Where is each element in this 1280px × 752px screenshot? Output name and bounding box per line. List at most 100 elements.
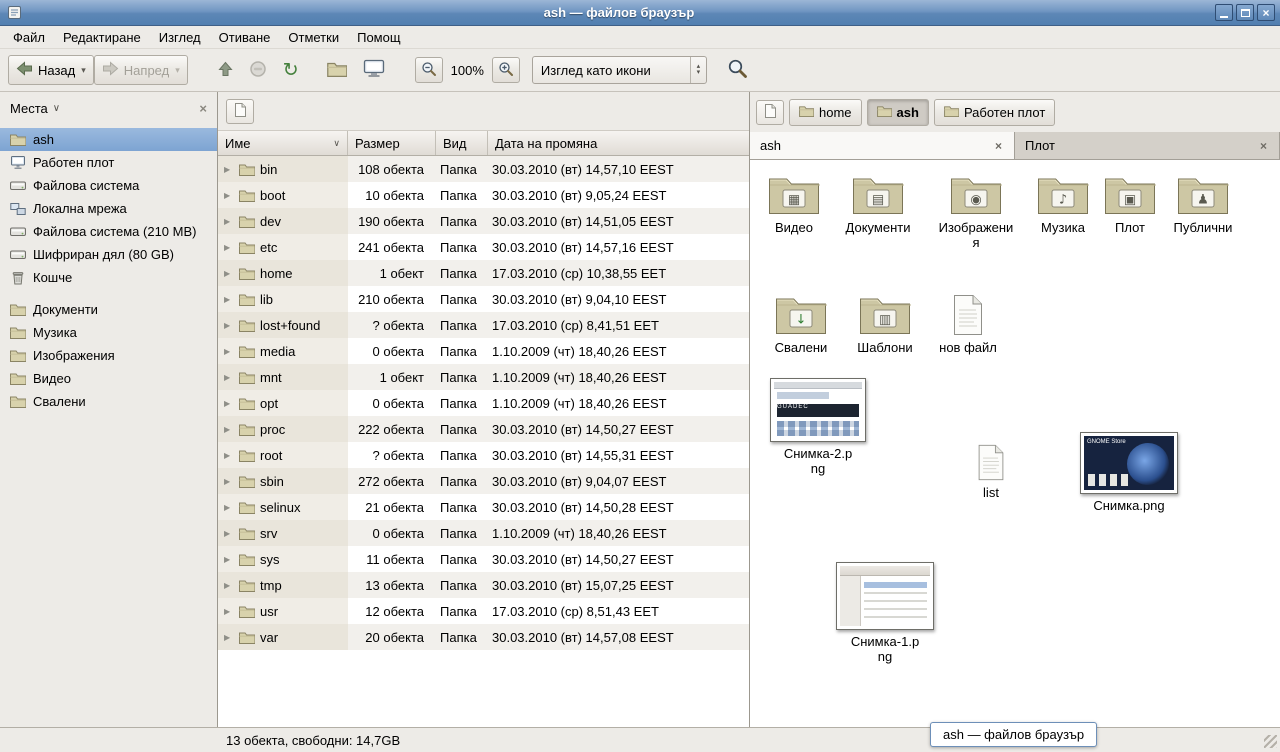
expander-icon[interactable]: ▶ <box>224 581 234 590</box>
expander-icon[interactable]: ▶ <box>224 165 234 174</box>
file-row-opt[interactable]: ▶opt0 обектаПапка1.10.2009 (чт) 18,40,26… <box>218 390 749 416</box>
path-button-ash[interactable]: ash <box>867 99 929 126</box>
menu-bookmarks[interactable]: Отметки <box>279 28 348 47</box>
icon-item-templates[interactable]: ▥Шаблони <box>843 292 927 355</box>
expander-icon[interactable]: ▶ <box>224 295 234 304</box>
computer-button[interactable] <box>355 55 393 85</box>
sidebar-item-pictures[interactable]: Изображения <box>0 344 217 367</box>
file-row-srv[interactable]: ▶srv0 обектаПапка1.10.2009 (чт) 18,40,26… <box>218 520 749 546</box>
expander-icon[interactable]: ▶ <box>224 529 234 538</box>
icon-item-videos[interactable]: ▦Видео <box>752 172 836 235</box>
expander-icon[interactable]: ▶ <box>224 451 234 460</box>
expander-icon[interactable]: ▶ <box>224 425 234 434</box>
sidebar-item-documents[interactable]: Документи <box>0 298 217 321</box>
file-row-boot[interactable]: ▶boot10 обектаПапка30.03.2010 (вт) 9,05,… <box>218 182 749 208</box>
icon-view[interactable]: ▦Видео▤Документи◉Изображения♪Музика▣Плот… <box>750 160 1280 727</box>
expander-icon[interactable]: ▶ <box>224 269 234 278</box>
icon-item-pictures[interactable]: ◉Изображения <box>934 172 1018 250</box>
close-button[interactable]: × <box>1257 4 1275 21</box>
forward-history-dropdown-icon[interactable]: ▾ <box>175 65 180 76</box>
expander-icon[interactable]: ▶ <box>224 555 234 564</box>
menu-help[interactable]: Помощ <box>348 28 409 47</box>
zoom-out-button[interactable] <box>415 57 443 83</box>
titlebar[interactable]: ash — файлов браузър × <box>0 0 1280 26</box>
expander-icon[interactable]: ▶ <box>224 321 234 330</box>
sidebar-close-icon[interactable]: × <box>199 101 207 116</box>
expander-icon[interactable]: ▶ <box>224 217 234 226</box>
sidebar-item-trash[interactable]: Кошче <box>0 266 217 289</box>
tab-close-icon[interactable]: × <box>1258 139 1269 153</box>
file-row-usr[interactable]: ▶usr12 обектаПапка17.03.2010 (ср) 8,51,4… <box>218 598 749 624</box>
sidebar-item-videos[interactable]: Видео <box>0 367 217 390</box>
icon-item-public[interactable]: ♟Публични <box>1161 172 1245 235</box>
sidebar-item-filesystem[interactable]: Файлова система <box>0 174 217 197</box>
sidebar-item-encrypted-80gb[interactable]: Шифриран дял (80 GB) <box>0 243 217 266</box>
minimize-button[interactable] <box>1215 4 1233 21</box>
expander-icon[interactable]: ▶ <box>224 477 234 486</box>
expander-icon[interactable]: ▶ <box>224 503 234 512</box>
sidebar-item-music[interactable]: Музика <box>0 321 217 344</box>
sidebar-item-filesystem-210mb[interactable]: Файлова система (210 MB) <box>0 220 217 243</box>
menu-edit[interactable]: Редактиране <box>54 28 150 47</box>
view-mode-spinner[interactable]: ▴ ▾ <box>690 57 706 83</box>
file-row-home[interactable]: ▶home1 обектПапка17.03.2010 (ср) 10,38,5… <box>218 260 749 286</box>
maximize-button[interactable] <box>1236 4 1254 21</box>
back-history-dropdown-icon[interactable]: ▾ <box>81 65 86 76</box>
icon-item-snimka-1[interactable]: Снимка-1.png <box>832 562 938 664</box>
file-row-bin[interactable]: ▶bin108 обектаПапка30.03.2010 (вт) 14,57… <box>218 156 749 182</box>
location-toggle-button-right[interactable] <box>756 100 784 125</box>
resize-grip[interactable] <box>1264 735 1277 748</box>
zoom-in-button[interactable] <box>492 57 520 83</box>
file-row-lost+found[interactable]: ▶lost+found? обектаПапка17.03.2010 (ср) … <box>218 312 749 338</box>
expander-icon[interactable]: ▶ <box>224 347 234 356</box>
sidebar-item-network[interactable]: Локална мрежа <box>0 197 217 220</box>
path-button-desktop[interactable]: Работен плот <box>934 99 1055 126</box>
column-header-date[interactable]: Дата на промяна <box>488 131 749 155</box>
taskbar-window-label[interactable]: ash — файлов браузър <box>930 722 1097 747</box>
icon-item-list-file[interactable]: list <box>949 444 1033 500</box>
icon-item-snimka[interactable]: GNOME StoreСнимка.png <box>1076 432 1182 513</box>
tab-plot[interactable]: Плот× <box>1015 132 1280 159</box>
menu-view[interactable]: Изглед <box>150 28 210 47</box>
file-row-etc[interactable]: ▶etc241 обектаПапка30.03.2010 (вт) 14,57… <box>218 234 749 260</box>
column-header-name[interactable]: Име∨ <box>218 131 348 155</box>
file-row-lib[interactable]: ▶lib210 обектаПапка30.03.2010 (вт) 9,04,… <box>218 286 749 312</box>
icon-item-downloads[interactable]: ↓Свалени <box>759 292 843 355</box>
expander-icon[interactable]: ▶ <box>224 607 234 616</box>
forward-button[interactable]: Напред ▾ <box>94 55 188 85</box>
file-row-dev[interactable]: ▶dev190 обектаПапка30.03.2010 (вт) 14,51… <box>218 208 749 234</box>
view-mode-dropdown[interactable]: Изглед като икони ▴ ▾ <box>532 56 707 84</box>
file-row-root[interactable]: ▶root? обектаПапка30.03.2010 (вт) 14,55,… <box>218 442 749 468</box>
file-row-proc[interactable]: ▶proc222 обектаПапка30.03.2010 (вт) 14,5… <box>218 416 749 442</box>
stop-button[interactable] <box>241 55 275 85</box>
sidebar-item-ash[interactable]: ash <box>0 128 217 151</box>
sidebar-item-downloads[interactable]: Свалени <box>0 390 217 413</box>
file-row-var[interactable]: ▶var20 обектаПапка30.03.2010 (вт) 14,57,… <box>218 624 749 650</box>
icon-item-snimka-2[interactable]: GUADECСнимка-2.png <box>766 378 870 476</box>
expander-icon[interactable]: ▶ <box>224 399 234 408</box>
places-caret-icon[interactable]: ∨ <box>53 103 60 114</box>
menu-go[interactable]: Отиване <box>210 28 280 47</box>
tab-ash[interactable]: ash× <box>750 132 1015 159</box>
home-button[interactable] <box>319 55 355 85</box>
file-row-tmp[interactable]: ▶tmp13 обектаПапка30.03.2010 (вт) 15,07,… <box>218 572 749 598</box>
back-button[interactable]: Назад ▾ <box>8 55 94 85</box>
icon-item-desktop[interactable]: ▣Плот <box>1088 172 1172 235</box>
file-row-sys[interactable]: ▶sys11 обектаПапка30.03.2010 (вт) 14,50,… <box>218 546 749 572</box>
expander-icon[interactable]: ▶ <box>224 633 234 642</box>
column-header-type[interactable]: Вид <box>436 131 488 155</box>
up-button[interactable] <box>210 55 241 85</box>
menu-file[interactable]: Файл <box>4 28 54 47</box>
path-button-home[interactable]: home <box>789 99 862 126</box>
sidebar-item-desktop[interactable]: Работен плот <box>0 151 217 174</box>
places-title[interactable]: Места <box>10 101 48 116</box>
file-row-media[interactable]: ▶media0 обектаПапка1.10.2009 (чт) 18,40,… <box>218 338 749 364</box>
column-header-size[interactable]: Размер <box>348 131 436 155</box>
icon-item-new-file[interactable]: нов файл <box>926 294 1010 355</box>
expander-icon[interactable]: ▶ <box>224 373 234 382</box>
reload-button[interactable]: ↻ <box>275 55 307 85</box>
file-row-selinux[interactable]: ▶selinux21 обектаПапка30.03.2010 (вт) 14… <box>218 494 749 520</box>
icon-item-documents[interactable]: ▤Документи <box>836 172 920 235</box>
expander-icon[interactable]: ▶ <box>224 191 234 200</box>
location-toggle-button[interactable] <box>226 99 254 124</box>
